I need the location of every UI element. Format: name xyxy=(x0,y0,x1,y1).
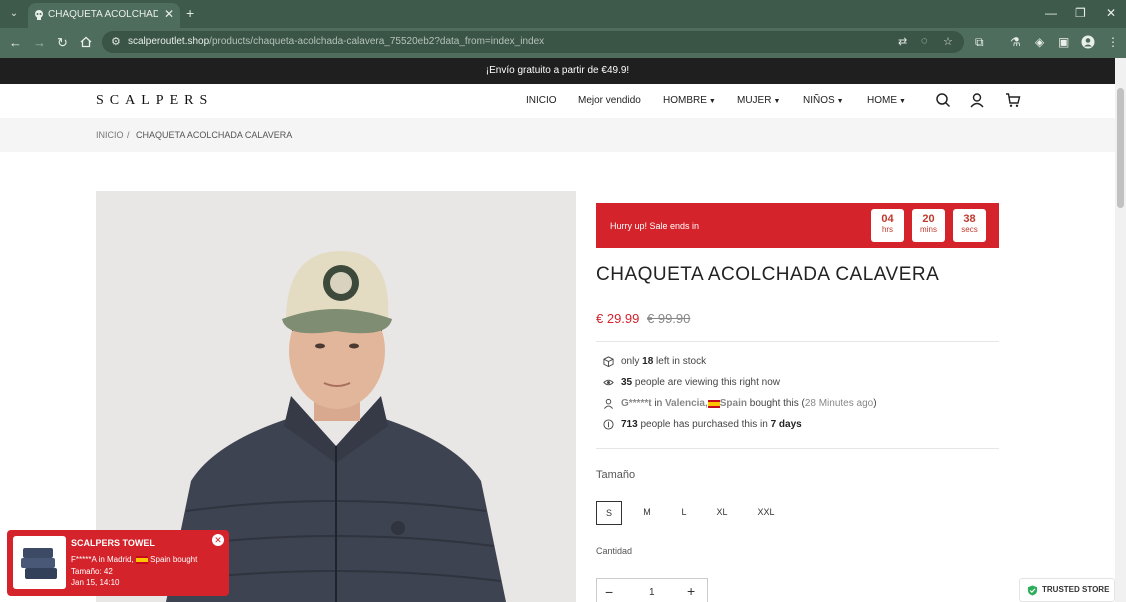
coin-icon xyxy=(603,419,614,430)
nav-mejor-vendido[interactable]: Mejor vendido xyxy=(578,95,641,106)
viewing-info: 35 people are viewing this right now xyxy=(603,377,780,388)
quantity-plus-button[interactable]: + xyxy=(687,583,695,599)
back-arrow-icon[interactable]: ← xyxy=(9,35,22,50)
browser-tab-bar: ⌄ CHAQUETA ACOLCHADA CALAVERA ✕ + — ❐ ✕ xyxy=(0,0,1126,28)
shield-check-icon xyxy=(1027,585,1038,596)
minimize-button[interactable]: — xyxy=(1045,6,1057,20)
size-label: Tamaño xyxy=(596,469,636,481)
new-tab-button[interactable]: + xyxy=(186,5,194,21)
breadcrumb-separator: / xyxy=(127,130,130,140)
size-option-xxl[interactable]: XXL xyxy=(752,501,780,525)
caret-down-icon: ▼ xyxy=(836,98,844,105)
quantity-input[interactable]: 1 xyxy=(649,587,655,598)
popup-close-icon[interactable]: ✕ xyxy=(212,534,224,546)
site-header: SCALPERS INICIO Mejor vendido HOMBRE ▼ MU… xyxy=(0,84,1115,118)
popup-product-image xyxy=(13,536,66,589)
countdown-mins: 20 mins xyxy=(912,209,945,242)
stock-info: only 18 left in stock xyxy=(603,356,706,367)
profile-avatar-icon[interactable] xyxy=(1081,35,1095,49)
nav-hombre[interactable]: HOMBRE ▼ xyxy=(663,95,716,106)
trusted-store-badge[interactable]: TRUSTED STORE xyxy=(1019,578,1115,602)
search-icon[interactable] xyxy=(935,92,951,108)
box-icon xyxy=(603,356,614,368)
divider xyxy=(596,341,999,342)
tab-search-icon[interactable]: ⌄ xyxy=(6,6,22,22)
tab-title: CHAQUETA ACOLCHADA CALAVERA xyxy=(48,9,158,20)
account-icon[interactable] xyxy=(969,92,985,108)
popup-size-line: Tamaño: 42 xyxy=(71,567,113,576)
caret-down-icon: ▼ xyxy=(708,98,716,105)
extensions-puzzle-icon[interactable]: ⧉ xyxy=(975,35,984,50)
site-info-icon[interactable]: ⚙ xyxy=(111,35,121,48)
browser-tab[interactable]: CHAQUETA ACOLCHADA CALAVERA ✕ xyxy=(28,3,180,28)
home-icon[interactable] xyxy=(80,36,92,48)
forward-arrow-icon[interactable]: → xyxy=(33,35,46,50)
product-price: € 29.99 xyxy=(596,311,640,326)
nav-home[interactable]: HOME ▼ xyxy=(867,95,906,106)
sidepanel-icon[interactable]: ▣ xyxy=(1058,35,1069,49)
caret-down-icon: ▼ xyxy=(899,98,906,105)
size-option-s[interactable]: S xyxy=(596,501,622,525)
breadcrumb-home-link[interactable]: INICIO xyxy=(96,130,124,140)
countdown-secs: 38 secs xyxy=(953,209,986,242)
popup-title: SCALPERS TOWEL xyxy=(71,538,155,548)
sale-countdown-banner: Hurry up! Sale ends in 04 hrs 20 mins 38 se… xyxy=(596,203,999,248)
address-bar[interactable]: ⚙ scalperoutlet.shop/products/chaqueta-a… xyxy=(102,31,964,53)
browser-menu-icon[interactable]: ⋮ xyxy=(1107,35,1119,49)
page-scrollbar[interactable] xyxy=(1115,58,1126,602)
sale-text: Hurry up! Sale ends in xyxy=(610,221,700,231)
product-title: CHAQUETA ACOLCHADA CALAVERA xyxy=(596,264,940,285)
size-option-xl[interactable]: XL xyxy=(710,501,734,525)
quantity-stepper: − 1 + xyxy=(596,578,708,602)
nav-ninos[interactable]: NIÑOS ▼ xyxy=(803,95,844,106)
popup-buyer-line: F*****A in Madrid, Spain bought xyxy=(71,555,198,564)
trusted-store-text: TRUSTED STORE xyxy=(1042,585,1110,594)
towel-illustration xyxy=(21,548,57,579)
countdown-hours: 04 hrs xyxy=(871,209,904,242)
scrollbar-thumb[interactable] xyxy=(1117,88,1124,208)
site-logo[interactable]: SCALPERS xyxy=(96,93,213,109)
caret-down-icon: ▼ xyxy=(773,98,781,105)
maximize-button[interactable]: ❐ xyxy=(1075,6,1086,20)
spain-flag-icon xyxy=(135,555,148,564)
recent-purchase-popup[interactable]: SCALPERS TOWEL F*****A in Madrid, Spain … xyxy=(7,530,229,596)
eye-off-icon[interactable]: ◌ xyxy=(921,35,928,47)
eye-icon xyxy=(603,379,614,386)
flask-icon[interactable]: ⚗ xyxy=(1010,35,1021,49)
breadcrumb-current: CHAQUETA ACOLCHADA CALAVERA xyxy=(136,130,293,140)
extension-icon[interactable]: ◈ xyxy=(1035,35,1044,49)
tab-close-icon[interactable]: ✕ xyxy=(164,7,174,21)
cart-icon[interactable] xyxy=(1005,92,1021,108)
star-icon[interactable]: ☆ xyxy=(943,35,953,48)
breadcrumb: INICIO / CHAQUETA ACOLCHADA CALAVERA xyxy=(0,118,1115,152)
spain-flag-icon xyxy=(707,399,720,408)
reload-icon[interactable]: ↻ xyxy=(57,35,68,51)
quantity-label: Cantidad xyxy=(596,546,633,556)
product-old-price: € 99.90 xyxy=(647,311,691,326)
skull-favicon-icon xyxy=(35,10,43,20)
size-option-m[interactable]: M xyxy=(636,501,658,525)
url-text: scalperoutlet.shop/products/chaqueta-aco… xyxy=(128,36,545,47)
promo-banner: ¡Envío gratuito a partir de €49.9! xyxy=(0,58,1115,84)
user-icon xyxy=(604,398,613,409)
translate-icon[interactable]: ⇄ xyxy=(898,35,907,48)
divider xyxy=(596,448,999,449)
size-option-l[interactable]: L xyxy=(673,501,695,525)
nav-mujer[interactable]: MUJER ▼ xyxy=(737,95,780,106)
quantity-minus-button[interactable]: − xyxy=(605,584,613,600)
recent-buyer-info: G*****t in Valencia, Spain bought this (2… xyxy=(603,398,877,409)
purchased-info: 713 people has purchased this in 7 days xyxy=(603,419,802,430)
popup-date-line: Jan 15, 14:10 xyxy=(71,578,120,587)
close-window-button[interactable]: ✕ xyxy=(1106,6,1116,20)
nav-inicio[interactable]: INICIO xyxy=(526,95,557,106)
